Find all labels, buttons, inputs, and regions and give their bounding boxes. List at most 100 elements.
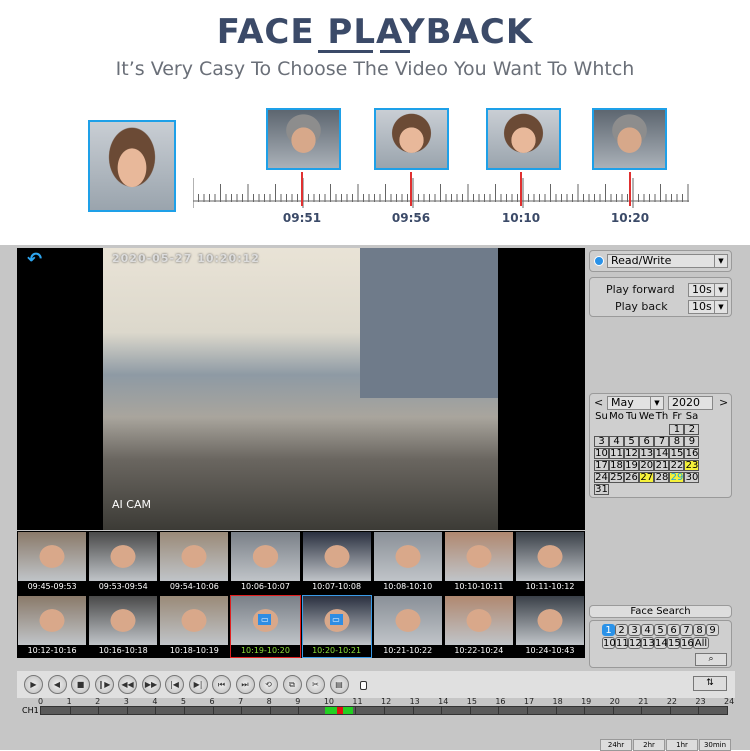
channel-button[interactable]: 3 xyxy=(628,624,641,636)
year-field[interactable]: 2020 xyxy=(668,396,713,410)
zoom-1hr-button[interactable]: 1hr xyxy=(666,739,698,751)
zoom-24hr-button[interactable]: 24hr xyxy=(600,739,632,751)
face-result-thumb[interactable]: 10:18-10:19 xyxy=(159,595,230,658)
face-result-thumb[interactable]: 09:53-09:54 xyxy=(88,531,159,594)
face-result-thumb[interactable]: 10:12-10:16 xyxy=(17,595,88,658)
rewind-button[interactable]: ◀◀ xyxy=(118,675,137,694)
calendar-day[interactable]: 5 xyxy=(624,435,639,447)
face-result-thumb[interactable]: 10:10-10:11 xyxy=(443,531,514,594)
face-result-thumb[interactable]: 10:21-10:22 xyxy=(372,595,443,658)
calendar-day[interactable]: 23 xyxy=(684,459,700,471)
recording-segment[interactable] xyxy=(342,707,353,714)
calendar-day[interactable]: 15 xyxy=(669,447,685,459)
next-month-button[interactable]: > xyxy=(719,396,728,409)
reverse-play-button[interactable]: ◀ xyxy=(47,675,67,694)
loop-button[interactable]: ⟲ xyxy=(259,675,278,694)
all-channels-button[interactable]: All xyxy=(693,637,709,649)
stop-button[interactable]: ■ xyxy=(71,675,90,694)
face-thumb[interactable] xyxy=(486,108,561,170)
play-button[interactable]: ▶ xyxy=(24,675,43,694)
calendar-day[interactable]: 2 xyxy=(684,423,700,435)
month-select[interactable]: May ▼ xyxy=(607,396,664,410)
clip-button[interactable]: ✂ xyxy=(306,675,325,694)
calendar-day[interactable]: 18 xyxy=(609,459,624,471)
calendar-day[interactable]: 1 xyxy=(669,423,685,435)
face-search-button[interactable]: ⌕ xyxy=(695,653,727,666)
skip-back-button[interactable]: ⏮ xyxy=(212,675,231,694)
save-button[interactable]: ▤ xyxy=(329,675,349,694)
calendar-day[interactable]: 30 xyxy=(684,471,700,483)
face-result-thumb[interactable]: 10:24-10:43 xyxy=(514,595,585,658)
face-result-thumb[interactable]: 10:06-10:07 xyxy=(230,531,301,594)
play-forward-select[interactable]: 10s ▼ xyxy=(688,283,728,297)
calendar-day[interactable]: 31 xyxy=(594,483,609,495)
calendar-day[interactable]: 19 xyxy=(624,459,639,471)
calendar-day[interactable]: 3 xyxy=(594,435,609,447)
prev-month-button[interactable]: < xyxy=(594,396,603,409)
skip-forward-button[interactable]: ⏭ xyxy=(235,675,255,694)
face-result-thumb[interactable]: 10:08-10:10 xyxy=(372,531,443,594)
calendar-day[interactable]: 27 xyxy=(639,471,655,483)
face-result-thumb[interactable]: 10:22-10:24 xyxy=(443,595,514,658)
calendar-day[interactable]: 6 xyxy=(639,435,655,447)
play-back-select[interactable]: 10s ▼ xyxy=(688,300,728,314)
zoom-2hr-button[interactable]: 2hr xyxy=(633,739,665,751)
calendar-day[interactable]: 12 xyxy=(624,447,639,459)
channel-button[interactable]: 8 xyxy=(693,624,706,636)
calendar-day[interactable]: 10 xyxy=(594,447,609,459)
face-result-thumb[interactable]: ▭ 10:19-10:20 xyxy=(230,595,301,658)
copy-button[interactable]: ⧉ xyxy=(282,675,302,694)
calendar-day[interactable]: 13 xyxy=(639,447,655,459)
face-result-thumb[interactable]: 09:45-09:53 xyxy=(17,531,88,594)
channel-button[interactable]: 9 xyxy=(706,624,719,636)
channel-button[interactable]: 7 xyxy=(680,624,693,636)
face-thumb[interactable] xyxy=(592,108,667,170)
face-result-thumb[interactable]: 09:54-10:06 xyxy=(159,531,230,594)
calendar-day[interactable]: 7 xyxy=(654,435,670,447)
mode-radio[interactable] xyxy=(594,256,604,266)
channel-button[interactable]: 10 xyxy=(602,637,616,649)
previous-button[interactable]: |◀ xyxy=(165,675,184,694)
calendar-day[interactable]: 29 xyxy=(669,471,685,483)
channel-button[interactable]: 6 xyxy=(667,624,680,636)
calendar-day[interactable]: 25 xyxy=(609,471,624,483)
fast-forward-button[interactable]: ▶▶ xyxy=(141,675,161,694)
step-forward-button[interactable]: ❙▶ xyxy=(94,675,114,694)
channel-button[interactable]: 15 xyxy=(667,637,681,649)
calendar-day[interactable]: 16 xyxy=(684,447,700,459)
calendar-day[interactable]: 20 xyxy=(639,459,655,471)
calendar-day[interactable]: 26 xyxy=(624,471,639,483)
folder-icon[interactable]: ▭ xyxy=(329,614,343,625)
channel-button[interactable]: 11 xyxy=(615,637,629,649)
calendar-day[interactable]: 9 xyxy=(684,435,700,447)
timeline-track[interactable] xyxy=(40,706,728,715)
calendar-day[interactable]: 22 xyxy=(669,459,685,471)
calendar-day[interactable]: 17 xyxy=(594,459,609,471)
channel-button[interactable]: 5 xyxy=(654,624,667,636)
calendar-day[interactable]: 24 xyxy=(594,471,609,483)
face-result-thumb[interactable]: 10:07-10:08 xyxy=(301,531,372,594)
face-thumb[interactable] xyxy=(266,108,341,170)
calendar-day[interactable]: 21 xyxy=(654,459,670,471)
face-result-thumb[interactable]: 10:11-10:12 xyxy=(514,531,585,594)
channel-button[interactable]: 2 xyxy=(615,624,628,636)
back-arrow-icon[interactable]: ↶ xyxy=(27,249,42,270)
face-result-thumb[interactable]: 10:16-10:18 xyxy=(88,595,159,658)
channel-button[interactable]: 12 xyxy=(628,637,642,649)
face-thumb[interactable] xyxy=(374,108,449,170)
next-button[interactable]: ▶| xyxy=(188,675,208,694)
face-result-thumb[interactable]: ▭ 10:20-10:21 xyxy=(301,595,372,658)
switch-view-button[interactable]: ⇅ xyxy=(693,676,727,691)
channel-button[interactable]: 1 xyxy=(602,624,615,636)
checkbox[interactable] xyxy=(360,681,367,690)
zoom-30min-button[interactable]: 30min xyxy=(699,739,731,751)
calendar-day[interactable]: 8 xyxy=(669,435,685,447)
calendar-day[interactable]: 14 xyxy=(654,447,670,459)
calendar-day[interactable]: 4 xyxy=(609,435,624,447)
channel-button[interactable]: 16 xyxy=(680,637,694,649)
calendar-day[interactable]: 28 xyxy=(654,471,670,483)
channel-button[interactable]: 4 xyxy=(641,624,654,636)
mode-select[interactable]: Read/Write ▼ xyxy=(607,254,728,268)
calendar-day[interactable]: 11 xyxy=(609,447,624,459)
recording-segment[interactable] xyxy=(325,707,337,714)
